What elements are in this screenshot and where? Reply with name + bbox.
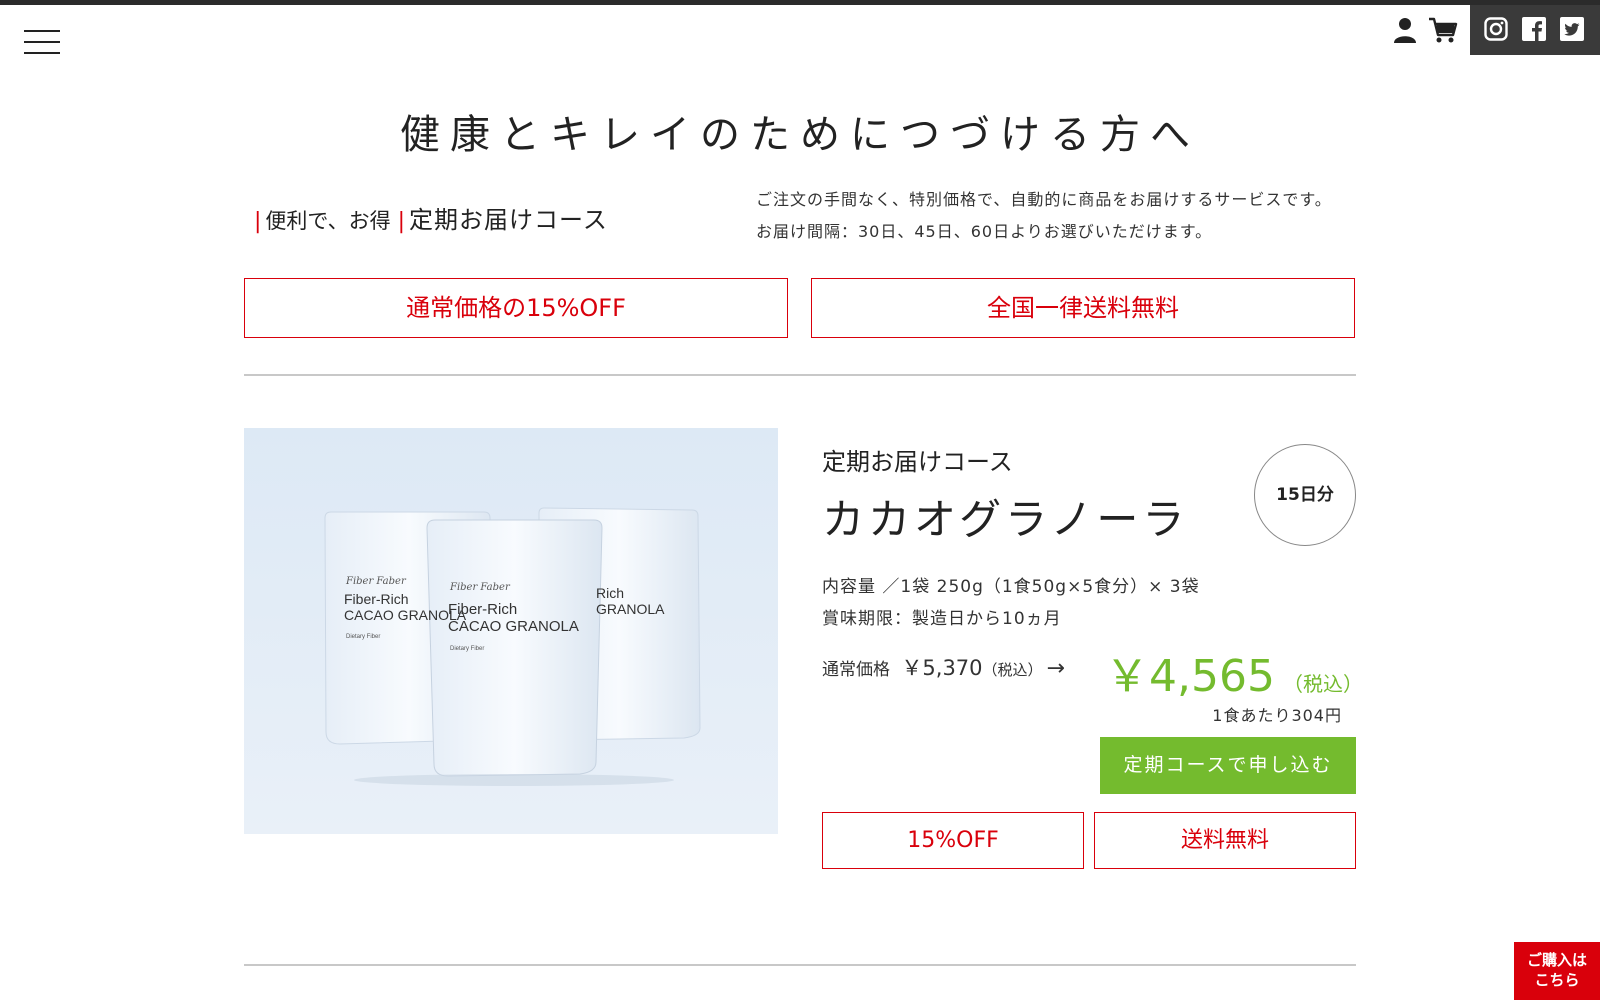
days-badge: 15日分 [1254, 444, 1356, 546]
purchase-floating-button[interactable]: ご購入は こちら [1514, 942, 1600, 1000]
svg-text:Rich: Rich [596, 585, 624, 601]
subscribe-button[interactable]: 定期コースで申し込む [1100, 737, 1356, 794]
facebook-icon[interactable] [1522, 17, 1546, 41]
regular-price-label: 通常価格 [822, 660, 890, 680]
purchase-tab-line: こちら [1534, 971, 1580, 989]
instagram-icon[interactable] [1484, 17, 1508, 41]
course-label: | 便利で、お得 | 定期お届けコース [254, 200, 608, 235]
course-desc-line: ご注文の手間なく、特別価格で、自動的に商品をお届けするサービスです。 [756, 190, 1332, 209]
sale-price-amount: ￥4,565 [1105, 651, 1275, 702]
hamburger-line [24, 52, 60, 54]
svg-text:GRANOLA: GRANOLA [596, 601, 665, 617]
sale-price-tax: （税込） [1282, 672, 1363, 696]
package-line1: Fiber-Rich [448, 601, 517, 618]
hamburger-line [24, 30, 60, 32]
spec-expiry: 賞味期限：製造日から10ヵ月 [822, 609, 1062, 629]
package-brand: Fiber Faber [345, 576, 407, 587]
sale-price: ￥4,565 （税込） [1105, 640, 1363, 704]
regular-price-amount: ￥5,370 [901, 656, 983, 680]
hero-title: 健康とキレイのためにつづける方へ [400, 112, 1200, 158]
red-divider: | [254, 209, 262, 234]
cart-icon[interactable] [1428, 16, 1458, 44]
top-rule [0, 0, 1600, 5]
right-arrow-icon: → [1046, 656, 1065, 681]
course-main-label: 定期お届けコース [409, 206, 608, 234]
hamburger-menu-button[interactable] [24, 30, 60, 56]
product-name: カカオグラノーラ [822, 495, 1189, 544]
tag-free-shipping: 送料無料 [1094, 812, 1356, 869]
hamburger-line [24, 41, 60, 43]
package-note: Dietary Fiber [346, 634, 380, 640]
course-description: ご注文の手間なく、特別価格で、自動的に商品をお届けするサービスです。 お届け間隔… [756, 184, 1332, 248]
course-sub-label: 便利で、お得 [265, 209, 391, 233]
product-image: Fiber Faber Fiber-Rich CACAO GRANOLA Die… [244, 428, 778, 834]
package-line2: CACAO GRANOLA [448, 618, 579, 635]
user-icon[interactable] [1392, 16, 1418, 44]
section-divider [244, 374, 1356, 376]
section-divider [244, 964, 1356, 966]
course-desc-line: お届け間隔：30日、45日、60日よりお選びいただけます。 [756, 222, 1213, 241]
spec-contents: 内容量 ／1袋 250g（1食50g×5食分）× 3袋 [822, 577, 1200, 597]
package-note: Dietary Fiber [450, 646, 484, 652]
regular-price-tax: （税込） [982, 661, 1043, 679]
social-bar [1470, 5, 1600, 55]
twitter-icon[interactable] [1560, 17, 1584, 41]
benefit-discount: 通常価格の15%OFF [244, 278, 788, 338]
purchase-tab-line: ご購入は [1526, 951, 1587, 969]
package-brand: Fiber Faber [449, 582, 511, 593]
product-kicker: 定期お届けコース [822, 448, 1013, 476]
red-divider: | [397, 209, 406, 234]
per-meal-price: 1食あたり304円 [1212, 706, 1342, 725]
package-line1: Fiber-Rich [344, 591, 409, 607]
benefit-free-shipping: 全国一律送料無料 [811, 278, 1355, 338]
tag-discount: 15%OFF [822, 812, 1084, 869]
regular-price: 通常価格 ￥5,370（税込） → [822, 652, 1065, 682]
